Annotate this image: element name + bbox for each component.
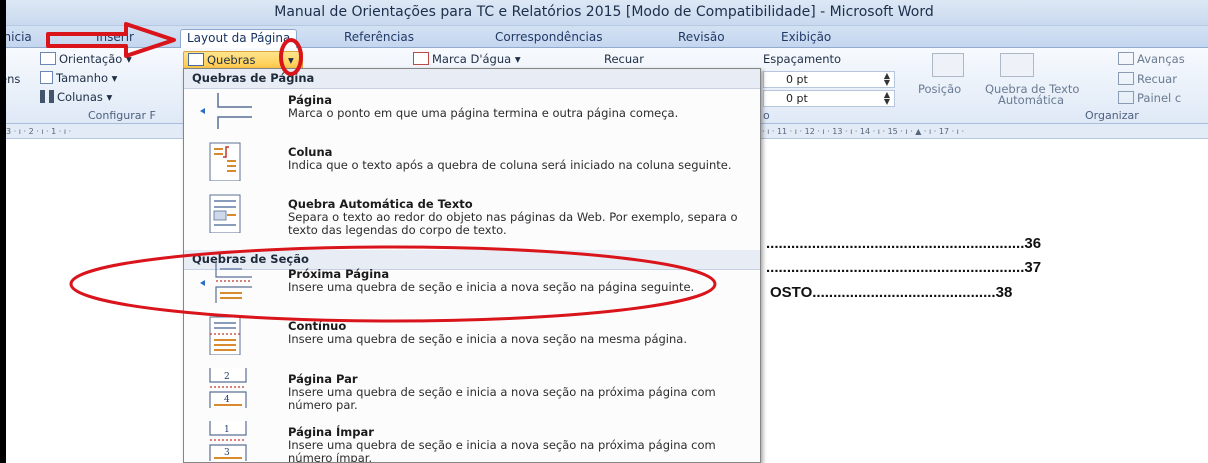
column-break-icon [209, 142, 241, 181]
left-edge-bar [0, 0, 6, 463]
item-title: Próxima Página [288, 267, 390, 281]
text-wrap-icon[interactable] [1000, 53, 1034, 77]
tab-exibicao[interactable]: Exibição [775, 29, 837, 48]
toc-entry: OSTO....................................… [770, 284, 1013, 301]
item-title: Página Ímpar [288, 425, 374, 439]
ruler-left-marks: 3 · ı · 2 · ı · 1 · ı · [6, 127, 72, 136]
item-description: Marca o ponto em que uma página termina … [288, 106, 679, 120]
item-description: Separa o texto ao redor do objeto nas pá… [288, 210, 738, 237]
title-bar: Manual de Orientações para TC e Relatóri… [0, 0, 1208, 26]
toc-entry: ........................................… [766, 235, 1042, 252]
spinner-arrows-icon[interactable]: ▲ ▼ [884, 72, 890, 87]
tab-inserir[interactable]: Inserir [90, 29, 140, 48]
item-title: Página [288, 93, 333, 107]
item-description: Insere uma quebra de seção e inicia a no… [288, 332, 687, 346]
item-description: Insere uma quebra de seção e inicia a no… [288, 438, 716, 463]
automatica-label[interactable]: Automática [998, 93, 1064, 108]
bring-forward-icon [1118, 52, 1134, 65]
section-quebras-de-secao: Quebras de Seção [184, 250, 760, 270]
next-page-section-icon [200, 263, 252, 303]
ruler-right-marks: · ı · 11 · ı · 12 · ı · 13 · ı · 14 · ı … [762, 127, 964, 136]
item-title: Coluna [288, 145, 333, 159]
orientacao-button[interactable]: Orientação ▾ [40, 52, 132, 67]
tamanho-button[interactable]: Tamanho ▾ [40, 71, 117, 86]
size-icon [40, 71, 53, 84]
tab-correspondencias[interactable]: Correspondências [489, 29, 608, 48]
even-page-section-icon: 2 4 [209, 368, 247, 408]
selection-pane-icon [1118, 91, 1134, 104]
tamanho-label: Tamanho [56, 71, 109, 85]
painel-button[interactable]: Painel c [1118, 91, 1181, 106]
page-break-icon [200, 93, 252, 129]
item-title: Quebra Automática de Texto [288, 197, 473, 211]
item-description: Insere uma quebra de seção e inicia a no… [288, 280, 695, 294]
orientation-icon [40, 52, 56, 65]
svg-text:3: 3 [224, 448, 230, 458]
group-configurar-pagina: Configurar F [88, 109, 156, 122]
recuar-button[interactable]: Recuar [1118, 72, 1177, 87]
marca-dagua-button[interactable]: Marca D'água ▾ [413, 52, 521, 67]
send-backward-icon [1118, 72, 1134, 85]
recuar-label: Recuar [1137, 72, 1177, 86]
quebras-button[interactable]: Quebras ▾ [183, 51, 303, 69]
espacamento-header: Espaçamento [763, 52, 842, 66]
breaks-icon [188, 53, 204, 66]
item-title: Página Par [288, 372, 358, 386]
group-organizar: Organizar [1085, 109, 1139, 122]
avancar-button[interactable]: Avanças [1118, 52, 1185, 67]
svg-text:4: 4 [224, 395, 230, 405]
quebras-label: Quebras [207, 53, 256, 67]
section-quebras-de-pagina: Quebras de Página [184, 69, 760, 89]
quebras-dropdown-arrow[interactable]: ▾ [288, 53, 294, 68]
item-title: Contínuo [288, 319, 347, 333]
columns-icon [40, 90, 54, 103]
toc-entry: ........................................… [766, 259, 1042, 276]
text-wrapping-break-icon [209, 194, 241, 233]
espacamento-antes-value: 0 pt [786, 73, 808, 86]
tab-referencias[interactable]: Referências [338, 29, 420, 48]
espacamento-depois-value: 0 pt [786, 92, 808, 105]
item-description: Indica que o texto após a quebra de colu… [288, 158, 732, 172]
item-description: Insere uma quebra de seção e inicia a no… [288, 385, 716, 412]
svg-text:1: 1 [224, 425, 230, 435]
odd-page-section-icon: 1 3 [209, 421, 247, 461]
avancar-label: Avanças [1137, 52, 1185, 66]
recuar-header: Recuar [604, 52, 644, 66]
group-paragrafo-partial: o [763, 109, 770, 122]
quebras-dropdown-menu: Quebras de Página Página Marca o ponto e… [183, 68, 761, 463]
watermark-icon [413, 52, 429, 65]
svg-text:2: 2 [224, 372, 230, 382]
espacamento-depois-input[interactable]: 0 pt ▲ ▼ [763, 90, 895, 107]
espacamento-antes-input[interactable]: 0 pt ▲ ▼ [763, 71, 895, 88]
word-window: Manual de Orientações para TC e Relatóri… [0, 0, 1208, 463]
posicao-label[interactable]: Posição [918, 82, 961, 97]
marca-dagua-label: Marca D'água [432, 52, 512, 66]
tab-layout-da-pagina[interactable]: Layout da Página [180, 29, 298, 49]
orientacao-label: Orientação [59, 52, 123, 66]
spinner-arrows-icon[interactable]: ▲ ▼ [884, 91, 890, 106]
tab-revisao[interactable]: Revisão [672, 29, 731, 48]
posicao-icon[interactable] [932, 53, 964, 77]
window-title: Manual de Orientações para TC e Relatóri… [274, 4, 934, 20]
colunas-button[interactable]: Colunas ▾ [40, 90, 112, 105]
painel-label: Painel c [1137, 91, 1182, 105]
ribbon-tabs: Inicia Inserir Layout da Página Referênc… [0, 26, 1208, 49]
colunas-label: Colunas [57, 90, 103, 104]
continuous-section-icon [209, 316, 241, 355]
